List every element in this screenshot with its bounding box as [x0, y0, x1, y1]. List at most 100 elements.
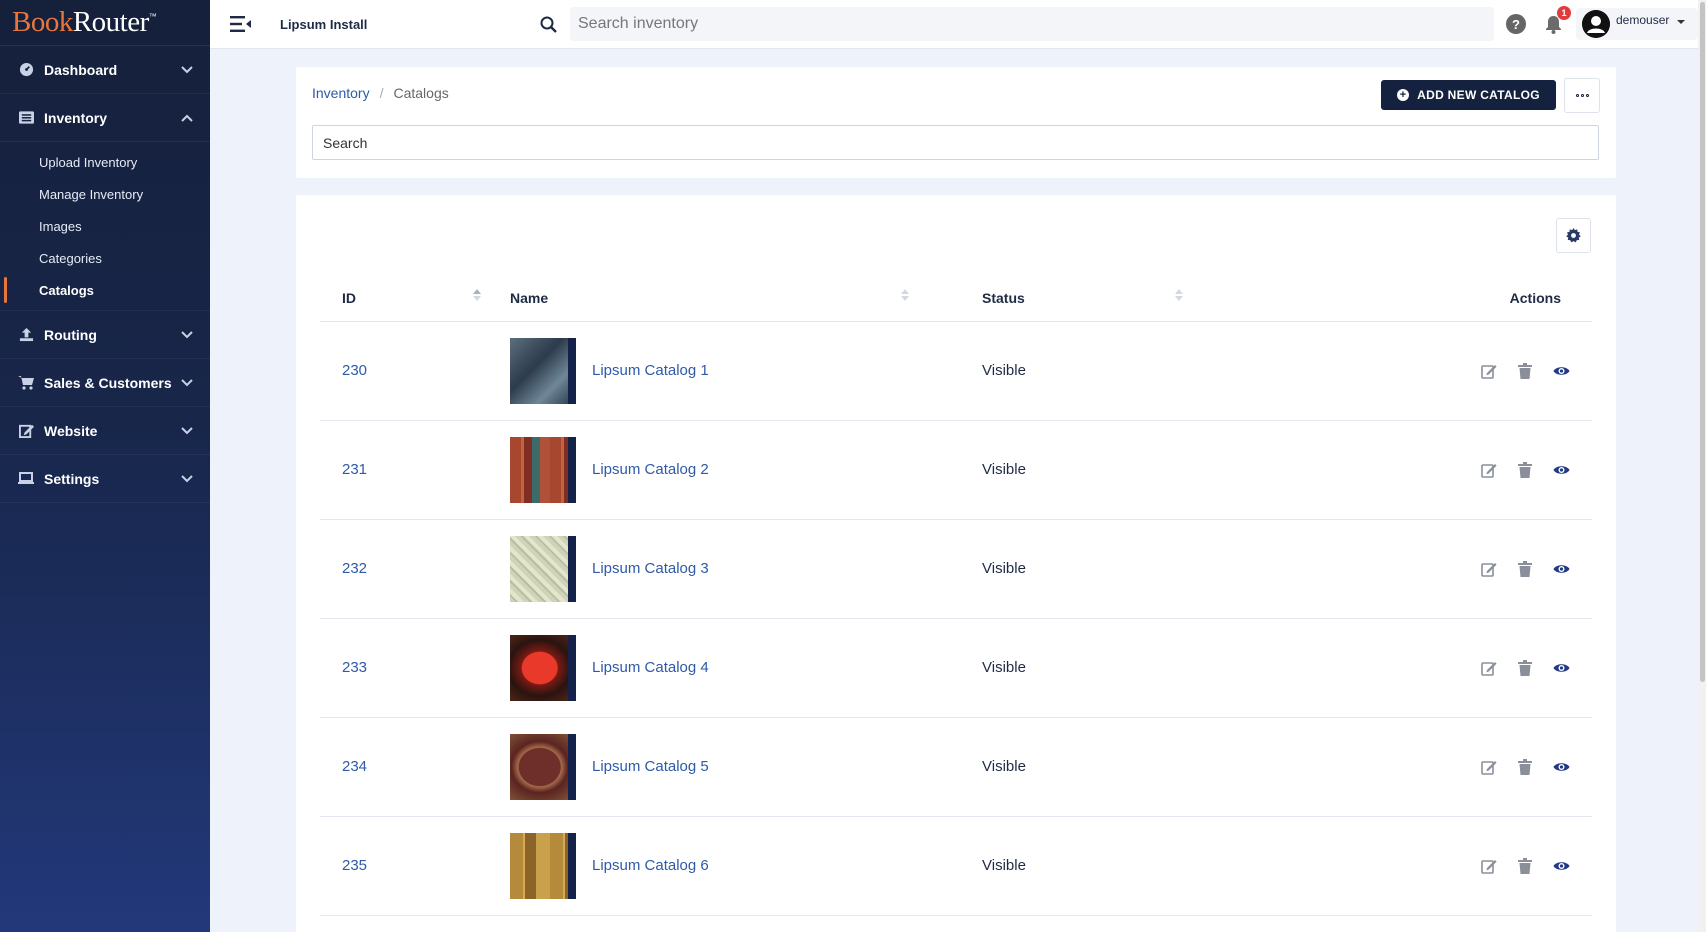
sidebar-item-inventory[interactable]: Inventory [0, 94, 210, 142]
dot-icon [1580, 94, 1584, 97]
brand-logo[interactable]: Book Router ™ [0, 0, 210, 46]
table-row: 233 Lipsum Catalog 4 Visible [320, 618, 1592, 718]
sidebar-item-dashboard[interactable]: Dashboard [0, 46, 210, 94]
catalog-thumbnail[interactable] [510, 436, 576, 503]
column-header-actions: Actions [1442, 275, 1592, 322]
install-name: Lipsum Install [280, 16, 368, 32]
more-options-button[interactable] [1564, 78, 1600, 113]
trash-icon[interactable] [1516, 758, 1534, 776]
cell-actions [1442, 420, 1592, 520]
catalog-status: Visible [982, 659, 1026, 676]
sidebar-item-label: Sales & Customers [44, 374, 172, 391]
logo-text-router: Router [72, 6, 149, 38]
laptop-icon [16, 472, 36, 485]
sort-icon[interactable] [472, 289, 482, 307]
catalog-id-link[interactable]: 232 [342, 560, 367, 577]
sidebar-item-sales-customers[interactable]: Sales & Customers [0, 359, 210, 407]
trash-icon[interactable] [1516, 461, 1534, 479]
cell-status: Visible [982, 717, 1442, 817]
catalog-id-link[interactable]: 234 [342, 758, 367, 775]
breadcrumb-current: Catalogs [393, 85, 449, 101]
edit-icon[interactable] [1480, 857, 1498, 875]
catalog-thumbnail[interactable] [510, 832, 576, 899]
cell-status: Visible [982, 816, 1442, 916]
trash-icon[interactable] [1516, 857, 1534, 875]
catalog-thumbnail[interactable] [510, 733, 576, 800]
cell-name: Lipsum Catalog 1 [510, 321, 982, 421]
sidebar-item-label: Website [44, 422, 98, 439]
trash-icon[interactable] [1516, 362, 1534, 380]
catalog-thumbnail[interactable] [510, 337, 576, 404]
edit-icon[interactable] [1480, 659, 1498, 677]
breadcrumb-inventory-link[interactable]: Inventory [312, 85, 370, 101]
edit-icon[interactable] [1480, 362, 1498, 380]
sidebar-item-website[interactable]: Website [0, 407, 210, 455]
catalog-name-link[interactable]: Lipsum Catalog 5 [592, 758, 709, 775]
column-header-id[interactable]: ID [320, 275, 510, 322]
view-eye-icon[interactable] [1552, 461, 1570, 479]
sidebar-subitem-catalogs[interactable]: Catalogs [0, 274, 210, 306]
sidebar-item-routing[interactable]: Routing [0, 311, 210, 359]
cell-name: Lipsum Catalog 3 [510, 519, 982, 619]
sort-icon[interactable] [1174, 289, 1184, 307]
add-new-catalog-label: ADD NEW CATALOG [1417, 88, 1540, 102]
cell-name: Lipsum Catalog 6 [510, 816, 982, 916]
catalog-name-link[interactable]: Lipsum Catalog 1 [592, 362, 709, 379]
sidebar-subitem-categories[interactable]: Categories [0, 242, 210, 274]
cell-status: Visible [982, 519, 1442, 619]
sidebar-item-settings[interactable]: Settings [0, 455, 210, 503]
chevron-down-icon [180, 472, 194, 486]
column-header-label: ID [342, 289, 356, 306]
catalog-id-link[interactable]: 233 [342, 659, 367, 676]
notifications-bell-icon[interactable]: 1 [1542, 6, 1571, 35]
view-eye-icon[interactable] [1552, 560, 1570, 578]
menu-collapse-icon[interactable] [230, 15, 252, 33]
catalogs-header-card: Inventory / Catalogs + ADD NEW CATALOG [296, 67, 1616, 178]
cell-id: 235 [320, 816, 510, 916]
catalog-name-link[interactable]: Lipsum Catalog 2 [592, 461, 709, 478]
plus-circle-icon: + [1397, 89, 1410, 101]
page-scrollbar[interactable] [1698, 0, 1706, 932]
sidebar-subitem-images[interactable]: Images [0, 210, 210, 242]
table-header-row: ID Name Status Actions [320, 275, 1592, 322]
catalog-id-link[interactable]: 230 [342, 362, 367, 379]
catalog-id-link[interactable]: 235 [342, 857, 367, 874]
column-header-name[interactable]: Name [510, 275, 982, 322]
view-eye-icon[interactable] [1552, 659, 1570, 677]
table-row: 231 Lipsum Catalog 2 Visible [320, 420, 1592, 520]
catalog-status: Visible [982, 461, 1026, 478]
view-eye-icon[interactable] [1552, 758, 1570, 776]
catalog-status: Visible [982, 758, 1026, 775]
scrollbar-thumb[interactable] [1700, 2, 1705, 682]
view-eye-icon[interactable] [1552, 362, 1570, 380]
catalog-name-link[interactable]: Lipsum Catalog 4 [592, 659, 709, 676]
column-header-status[interactable]: Status [982, 275, 1442, 322]
top-bar: Lipsum Install ? 1 demouser [210, 0, 1706, 49]
trash-icon[interactable] [1516, 659, 1534, 677]
sort-icon[interactable] [900, 289, 910, 307]
user-menu[interactable]: demouser [1576, 8, 1698, 40]
catalog-search-input[interactable] [312, 125, 1599, 160]
sidebar-item-label: Inventory [44, 109, 108, 126]
edit-icon[interactable] [1480, 461, 1498, 479]
view-eye-icon[interactable] [1552, 857, 1570, 875]
cell-status: Visible [982, 618, 1442, 718]
cell-id: 231 [320, 420, 510, 520]
sidebar-item-label: Dashboard [44, 61, 118, 78]
sidebar-subitem-upload-inventory[interactable]: Upload Inventory [0, 146, 210, 178]
table-settings-button[interactable] [1556, 218, 1591, 253]
add-new-catalog-button[interactable]: + ADD NEW CATALOG [1381, 80, 1556, 110]
edit-icon[interactable] [1480, 560, 1498, 578]
catalog-name-link[interactable]: Lipsum Catalog 3 [592, 560, 709, 577]
catalog-id-link[interactable]: 231 [342, 461, 367, 478]
help-icon[interactable]: ? [1506, 14, 1526, 34]
edit-icon [16, 423, 36, 438]
avatar [1582, 10, 1610, 38]
trash-icon[interactable] [1516, 560, 1534, 578]
inventory-search-input[interactable] [570, 7, 1494, 41]
catalog-thumbnail[interactable] [510, 634, 576, 701]
sidebar-subitem-manage-inventory[interactable]: Manage Inventory [0, 178, 210, 210]
catalog-name-link[interactable]: Lipsum Catalog 6 [592, 857, 709, 874]
edit-icon[interactable] [1480, 758, 1498, 776]
catalog-thumbnail[interactable] [510, 535, 576, 602]
